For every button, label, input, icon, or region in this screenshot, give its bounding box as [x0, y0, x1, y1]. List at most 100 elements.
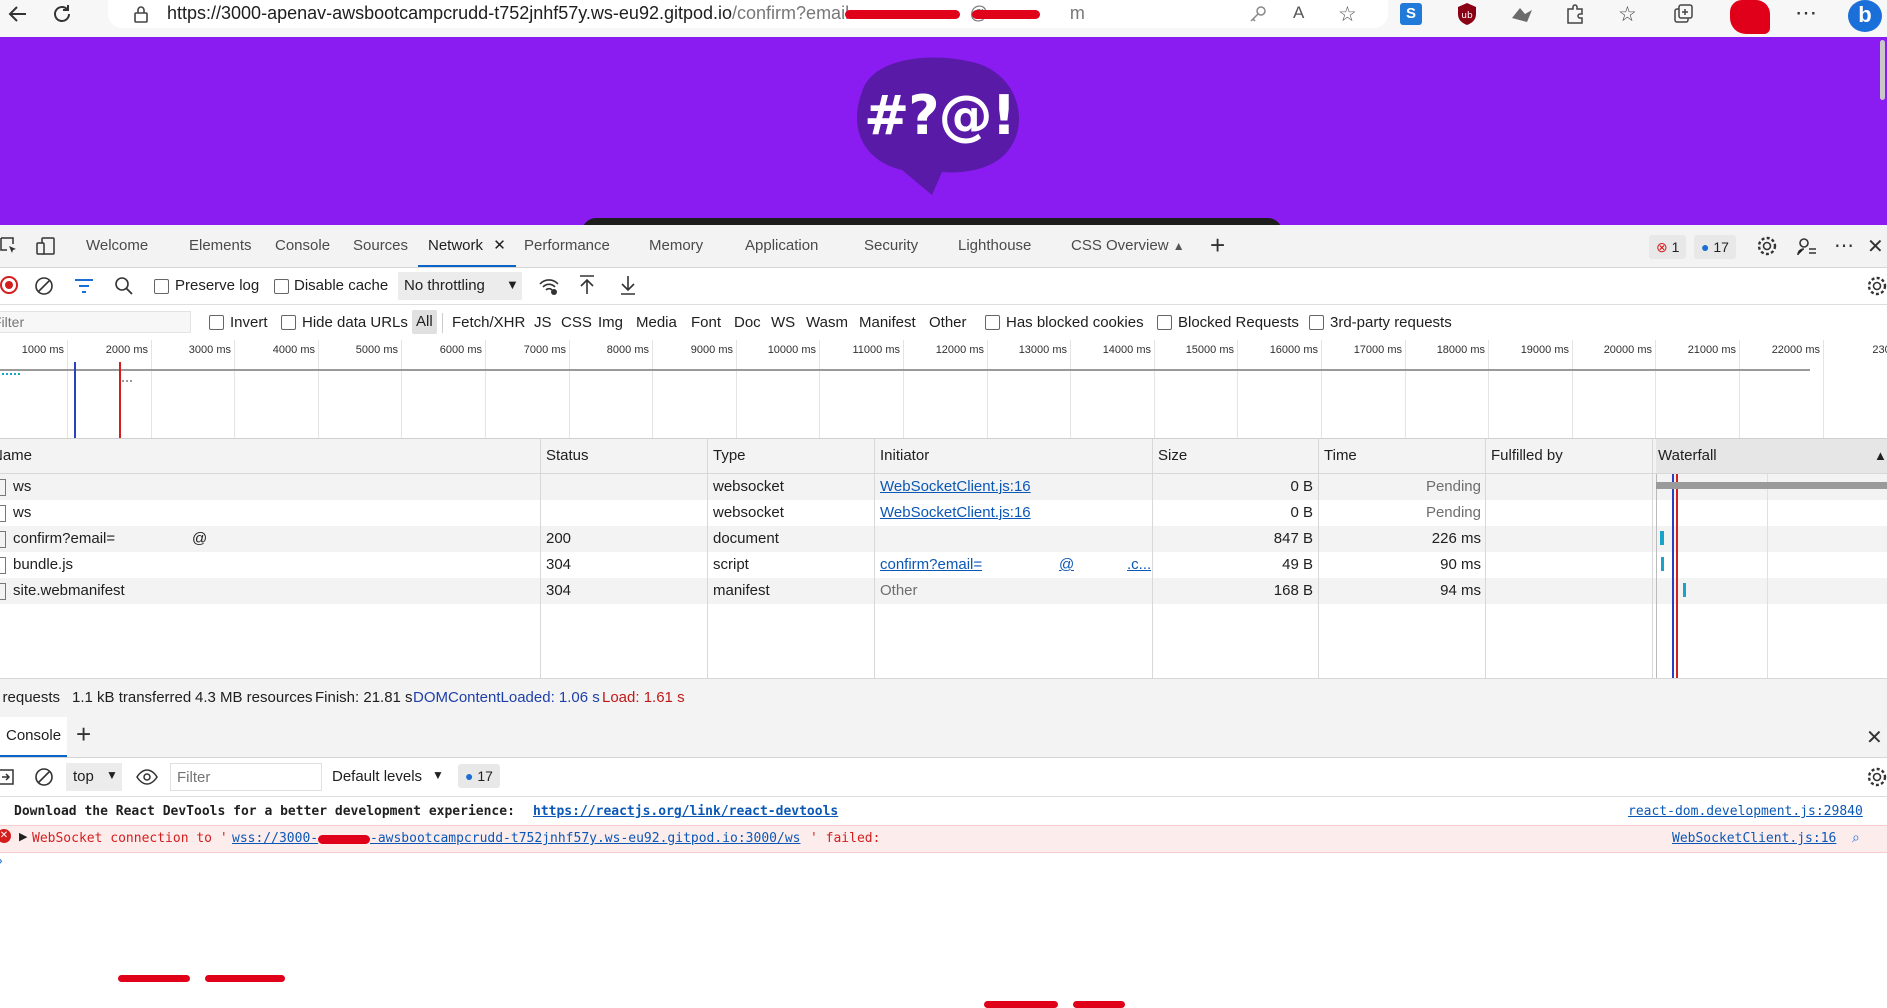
tab-welcome[interactable]: Welcome — [86, 225, 148, 267]
type-filter-doc[interactable]: Doc — [734, 314, 761, 331]
record-icon[interactable] — [0, 276, 18, 294]
type-filter-other[interactable]: Other — [929, 314, 967, 331]
error-badge[interactable]: ⊗ 1 — [1649, 235, 1687, 259]
hide-data-urls-checkbox[interactable] — [281, 315, 296, 330]
column-header-size[interactable]: Size — [1158, 439, 1187, 473]
network-overview[interactable]: 1000 ms 2000 ms 3000 ms 4000 ms 5000 ms 6000 … — [0, 340, 1887, 439]
disable-cache-checkbox[interactable] — [274, 279, 289, 294]
log-levels-select[interactable]: Default levels ▼ — [332, 763, 444, 791]
request-name[interactable]: confirm?email= — [13, 526, 115, 552]
type-filter-manifest[interactable]: Manifest — [859, 314, 916, 331]
throttling-select[interactable]: No throttling ▼ — [398, 272, 522, 300]
sidebar-toggle-icon[interactable] — [0, 768, 14, 786]
request-initiator[interactable]: confirm?email= — [880, 552, 982, 578]
type-filter-media[interactable]: Media — [636, 314, 677, 331]
back-icon[interactable] — [6, 2, 30, 26]
tab-console[interactable]: Console — [275, 225, 330, 267]
table-row[interactable] — [0, 526, 1887, 552]
waterfall-bar[interactable] — [1656, 482, 1887, 489]
column-header-fulfilled-by[interactable]: Fulfilled by — [1491, 439, 1563, 473]
waterfall-bar[interactable] — [1683, 583, 1686, 597]
tab-application[interactable]: Application — [745, 225, 818, 267]
close-tab-icon[interactable]: ✕ — [493, 237, 506, 254]
console-message-badge[interactable]: ● 17 — [458, 764, 500, 788]
context-select[interactable]: top ▼ — [66, 763, 122, 791]
type-filter-all[interactable]: All — [412, 310, 437, 334]
preserve-log-checkbox[interactable] — [154, 279, 169, 294]
type-filter-fetch-xhr[interactable]: Fetch/XHR — [452, 314, 525, 331]
ublock-icon[interactable]: ub — [1456, 2, 1478, 26]
console-message-source[interactable]: react-dom.development.js:29840 — [1628, 804, 1863, 819]
console-settings-icon[interactable] — [1866, 766, 1887, 788]
profile-icon[interactable] — [1730, 0, 1770, 34]
favorites-icon[interactable]: ☆ — [1618, 2, 1637, 27]
export-har-icon[interactable] — [619, 274, 637, 296]
type-filter-ws[interactable]: WS — [771, 314, 795, 331]
tab-network[interactable]: Network ✕ — [418, 225, 516, 267]
settings-icon[interactable] — [1756, 235, 1778, 257]
network-settings-icon[interactable] — [1866, 275, 1887, 297]
column-header-time[interactable]: Time — [1324, 439, 1357, 473]
column-header-type[interactable]: Type — [713, 439, 746, 473]
blocked-requests-checkbox[interactable] — [1157, 315, 1172, 330]
console-error-url-end[interactable]: -awsbootcampcrudd-t752jnhf57y.ws-eu92.gi… — [370, 831, 800, 846]
import-har-icon[interactable] — [578, 274, 596, 296]
extension-s-icon[interactable]: S — [1400, 3, 1422, 25]
column-header-initiator[interactable]: Initiator — [880, 439, 929, 473]
request-name[interactable]: ws — [13, 474, 31, 500]
type-filter-css[interactable]: CSS — [561, 314, 592, 331]
filter-icon[interactable] — [74, 277, 94, 295]
bing-icon[interactable]: b — [1848, 0, 1882, 32]
column-header-waterfall[interactable]: Waterfall — [1658, 439, 1717, 473]
extension-icon[interactable] — [1510, 4, 1534, 24]
inspect-icon[interactable] — [0, 237, 18, 255]
drawer-tab-console[interactable]: Console — [0, 717, 68, 757]
console-error-url-start[interactable]: wss://3000- — [232, 831, 318, 846]
request-initiator-ellipsis[interactable]: .c... — [1127, 552, 1151, 578]
device-toolbar-icon[interactable] — [36, 236, 56, 256]
tab-security[interactable]: Security — [864, 225, 918, 267]
expand-arrow-icon[interactable]: ▶ — [19, 830, 27, 843]
read-aloud-icon[interactable]: A — [1293, 3, 1304, 23]
search-icon[interactable] — [114, 276, 134, 296]
waterfall-bar[interactable] — [1660, 531, 1664, 545]
request-initiator-at[interactable]: @ — [1059, 552, 1074, 578]
tab-css-overview[interactable]: CSS Overview ▲ — [1071, 225, 1185, 267]
tab-elements[interactable]: Elements — [189, 225, 252, 267]
clear-icon[interactable] — [34, 276, 54, 296]
type-filter-js[interactable]: JS — [534, 314, 552, 331]
add-tab-icon[interactable]: + — [1210, 230, 1225, 261]
more-options-icon[interactable]: ⋯ — [1834, 233, 1854, 258]
column-header-status[interactable]: Status — [546, 439, 589, 473]
add-drawer-tab-icon[interactable]: + — [76, 719, 91, 750]
eye-icon[interactable] — [136, 768, 158, 786]
key-icon[interactable] — [1247, 3, 1269, 25]
request-name[interactable]: ws — [13, 500, 31, 526]
clear-console-icon[interactable] — [34, 767, 54, 787]
waterfall-bar[interactable] — [1661, 557, 1664, 571]
request-initiator[interactable]: WebSocketClient.js:16 — [880, 500, 1031, 526]
collections-icon[interactable] — [1672, 3, 1694, 25]
more-icon[interactable]: ⋯ — [1795, 0, 1817, 26]
tab-memory[interactable]: Memory — [649, 225, 703, 267]
type-filter-wasm[interactable]: Wasm — [806, 314, 848, 331]
blocked-cookies-checkbox[interactable] — [985, 315, 1000, 330]
lock-icon[interactable] — [132, 4, 150, 24]
request-initiator[interactable]: WebSocketClient.js:16 — [880, 474, 1031, 500]
close-drawer-icon[interactable]: ✕ — [1866, 725, 1883, 750]
console-message-link[interactable]: https://reactjs.org/link/react-devtools — [533, 804, 838, 819]
page-scrollbar[interactable] — [1880, 40, 1885, 100]
search-icon[interactable]: ⌕ — [1852, 829, 1860, 846]
puzzle-icon[interactable] — [1564, 3, 1586, 25]
tab-sources[interactable]: Sources — [353, 225, 408, 267]
table-row[interactable] — [0, 578, 1887, 604]
type-filter-font[interactable]: Font — [691, 314, 721, 331]
close-devtools-icon[interactable]: ✕ — [1867, 234, 1884, 259]
third-party-checkbox[interactable] — [1309, 315, 1324, 330]
message-badge[interactable]: ● 17 — [1694, 235, 1736, 259]
tab-performance[interactable]: Performance — [524, 225, 610, 267]
add-favorite-icon[interactable]: ☆ — [1338, 2, 1357, 27]
customize-icon[interactable] — [1796, 235, 1818, 257]
request-name[interactable]: bundle.js — [13, 552, 73, 578]
refresh-icon[interactable] — [50, 2, 74, 26]
